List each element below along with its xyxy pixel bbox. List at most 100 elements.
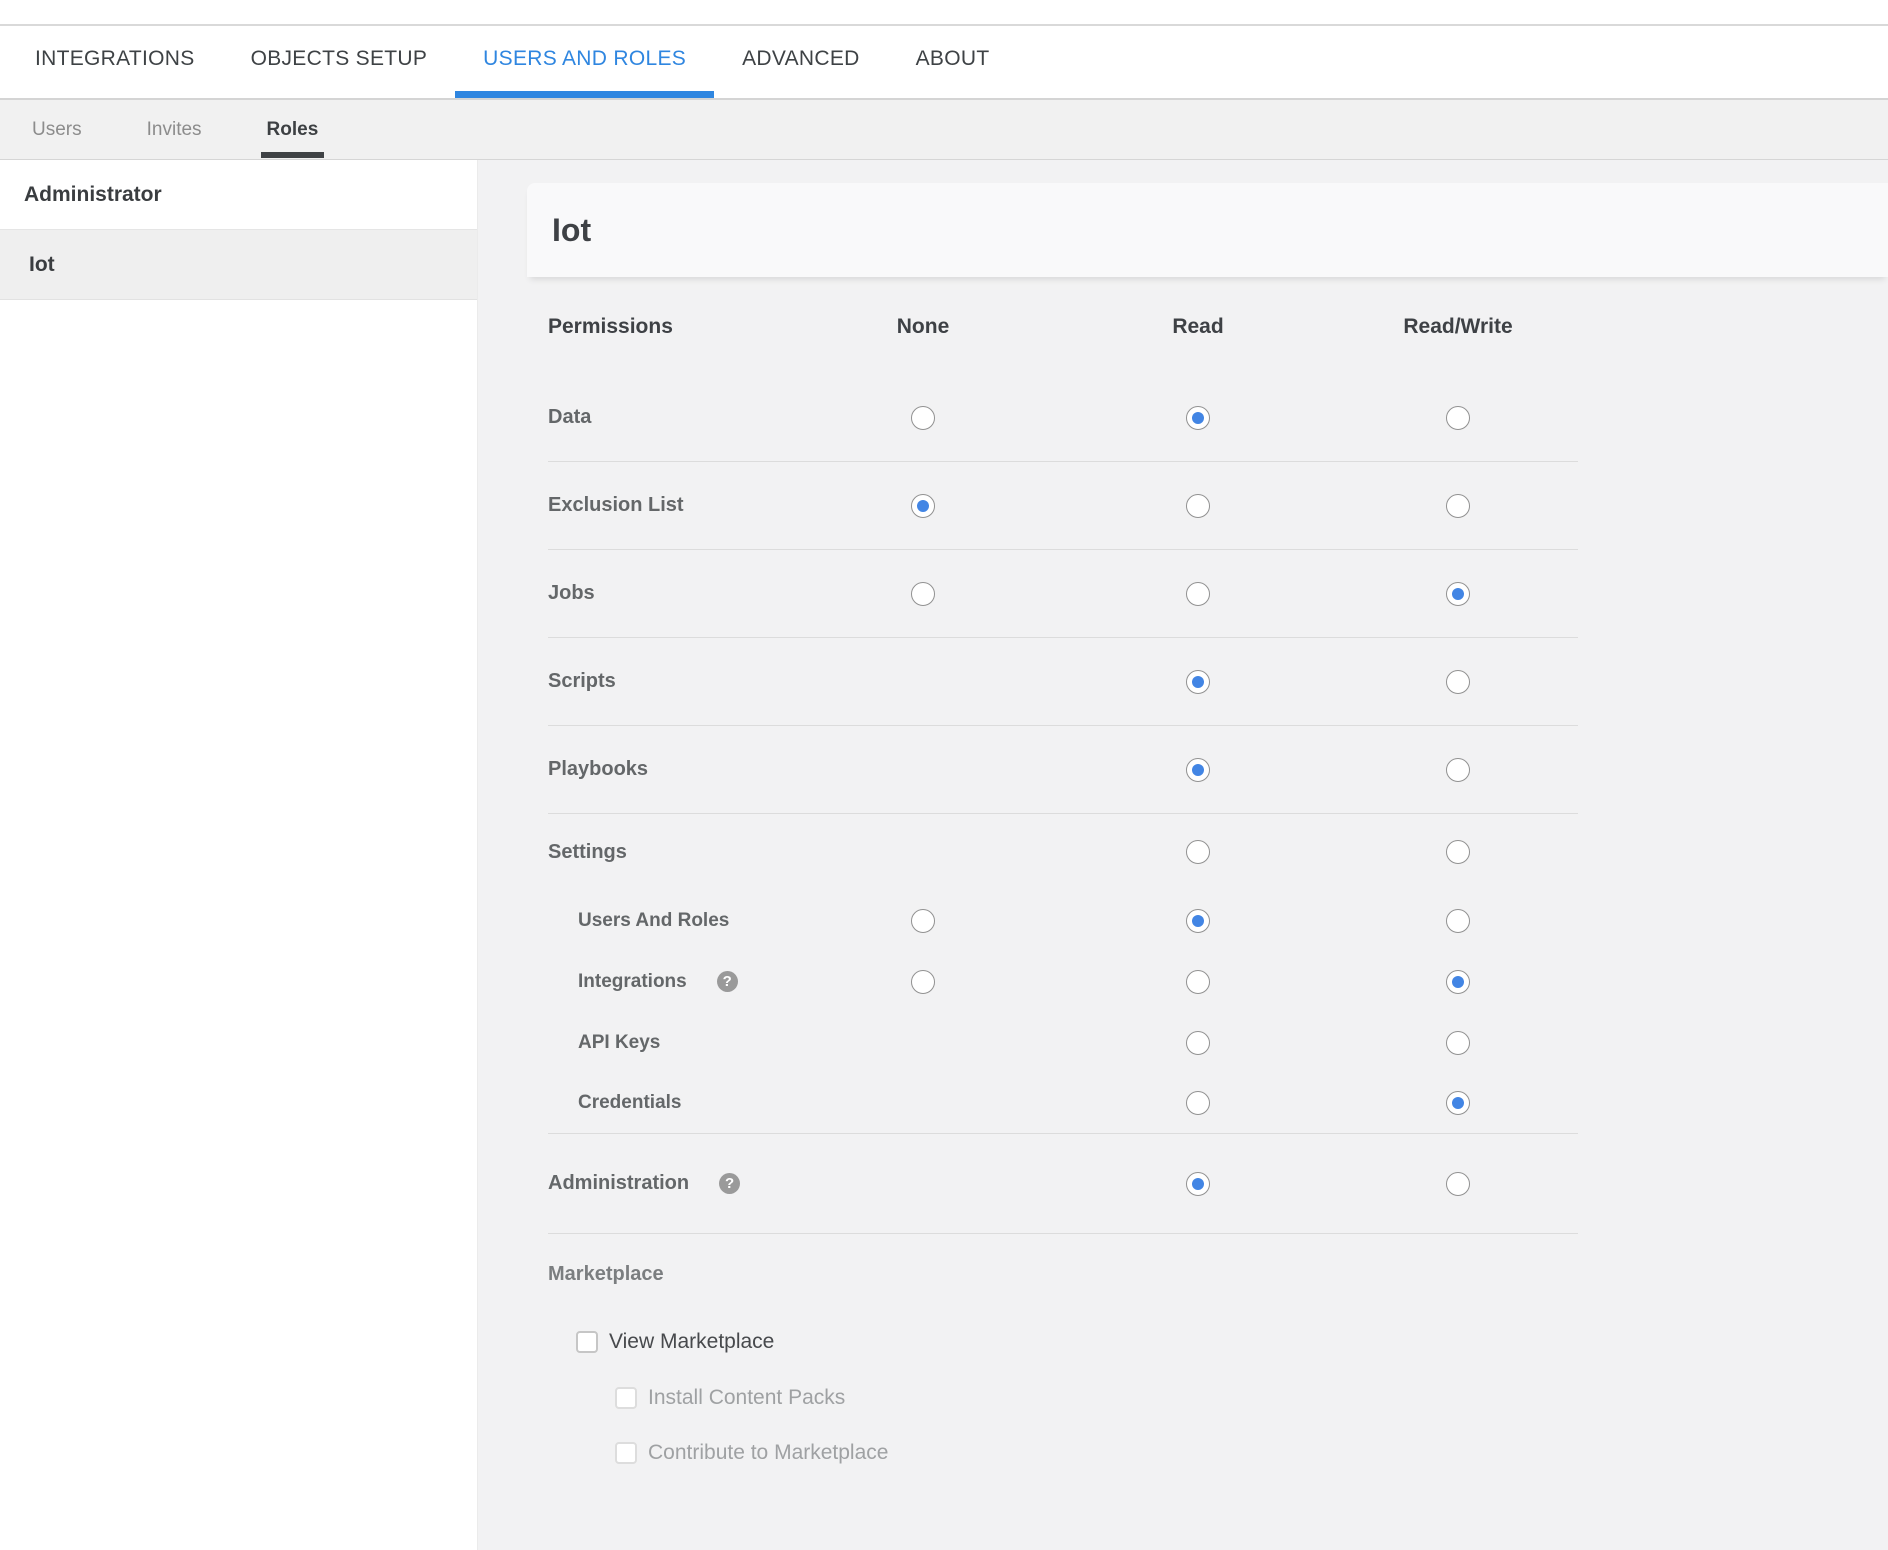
nav-tab-objects-setup[interactable]: OBJECTS SETUP (223, 26, 456, 98)
radio-cell-read-credentials (1058, 1091, 1338, 1115)
radio-readwrite-scripts[interactable] (1446, 670, 1470, 694)
radio-cell-readwrite-api-keys (1338, 1031, 1578, 1055)
radio-readwrite-data[interactable] (1446, 406, 1470, 430)
top-strip (0, 0, 1888, 26)
radio-read-credentials[interactable] (1186, 1091, 1210, 1115)
radio-cell-read-users-and-roles (1058, 909, 1338, 933)
permission-label-api-keys: API Keys (548, 1032, 788, 1054)
permission-row-users-and-roles: Users And Roles (548, 890, 1578, 951)
permission-label-scripts: Scripts (548, 670, 788, 693)
radio-cell-readwrite-playbooks (1338, 758, 1578, 782)
column-header-read: Read (1058, 315, 1338, 339)
radio-none-exclusion-list-selected[interactable] (911, 494, 935, 518)
main-navigation: INTEGRATIONSOBJECTS SETUPUSERS AND ROLES… (0, 26, 1888, 100)
permission-row-data: Data (548, 374, 1578, 462)
radio-readwrite-playbooks[interactable] (1446, 758, 1470, 782)
permission-label-text: API Keys (578, 1032, 660, 1054)
radio-none-users-and-roles[interactable] (911, 909, 935, 933)
checkbox-row-contribute-to-marketplace: Contribute to Marketplace (615, 1425, 1578, 1480)
radio-read-settings[interactable] (1186, 840, 1210, 864)
radio-readwrite-api-keys[interactable] (1446, 1031, 1470, 1055)
radio-none-jobs[interactable] (911, 582, 935, 606)
radio-readwrite-jobs-selected[interactable] (1446, 582, 1470, 606)
sub-tab-invites[interactable]: Invites (147, 100, 202, 159)
permission-row-integrations: Integrations? (548, 951, 1578, 1012)
permission-label-text: Scripts (548, 670, 616, 693)
radio-read-users-and-roles-selected[interactable] (1186, 909, 1210, 933)
radio-readwrite-integrations-selected[interactable] (1446, 970, 1470, 994)
checkbox-view-marketplace[interactable] (576, 1331, 598, 1353)
radio-cell-readwrite-administration (1338, 1172, 1578, 1196)
radio-cell-none-jobs (788, 582, 1058, 606)
radio-readwrite-credentials-selected[interactable] (1446, 1091, 1470, 1115)
permission-label-text: Settings (548, 841, 627, 864)
radio-read-exclusion-list[interactable] (1186, 494, 1210, 518)
permission-label-text: Playbooks (548, 758, 648, 781)
radio-readwrite-settings[interactable] (1446, 840, 1470, 864)
checkbox-row-view-marketplace[interactable]: View Marketplace (576, 1314, 1578, 1370)
radio-cell-readwrite-integrations (1338, 970, 1578, 994)
checkbox-install-content-packs (615, 1387, 637, 1409)
help-icon[interactable]: ? (717, 971, 738, 992)
radio-cell-read-scripts (1058, 670, 1338, 694)
roles-sidebar: AdministratorIot (0, 160, 478, 1550)
permission-label-exclusion-list: Exclusion List (548, 494, 788, 517)
permissions-table: Permissions None Read Read/Write Data Exc… (548, 289, 1578, 1480)
permission-label-text: Administration (548, 1172, 689, 1195)
radio-readwrite-exclusion-list[interactable] (1446, 494, 1470, 518)
radio-cell-read-exclusion-list (1058, 494, 1338, 518)
radio-readwrite-users-and-roles[interactable] (1446, 909, 1470, 933)
permission-row-settings: Settings (548, 814, 1578, 890)
column-header-none: None (788, 315, 1058, 339)
sub-tab-users[interactable]: Users (32, 100, 82, 159)
content-area: Iot Permissions None Read Read/Write Dat… (478, 160, 1888, 1550)
radio-none-data[interactable] (911, 406, 935, 430)
marketplace-section: Marketplace View Marketplace Install Cont… (548, 1234, 1578, 1480)
radio-read-data-selected[interactable] (1186, 406, 1210, 430)
sidebar-item-iot[interactable]: Iot (0, 230, 477, 300)
role-title-card: Iot (527, 183, 1888, 277)
permission-label-data: Data (548, 406, 788, 429)
radio-read-api-keys[interactable] (1186, 1031, 1210, 1055)
radio-readwrite-administration[interactable] (1446, 1172, 1470, 1196)
radio-cell-read-api-keys (1058, 1031, 1338, 1055)
radio-read-playbooks-selected[interactable] (1186, 758, 1210, 782)
permissions-table-header: Permissions None Read Read/Write (548, 289, 1578, 364)
radio-cell-readwrite-jobs (1338, 582, 1578, 606)
radio-cell-read-administration (1058, 1172, 1338, 1196)
checkbox-label-install-content-packs: Install Content Packs (648, 1386, 845, 1410)
sidebar-item-administrator[interactable]: Administrator (0, 160, 477, 230)
permissions-rows: Data Exclusion List Jobs Scripts Playbooks Se… (548, 364, 1578, 1234)
permission-label-jobs: Jobs (548, 582, 788, 605)
nav-tab-users-and-roles[interactable]: USERS AND ROLES (455, 26, 714, 98)
column-header-permissions: Permissions (548, 315, 788, 339)
radio-none-integrations[interactable] (911, 970, 935, 994)
checkbox-row-install-content-packs: Install Content Packs (615, 1370, 1578, 1425)
permission-label-text: Jobs (548, 582, 595, 605)
permission-label-playbooks: Playbooks (548, 758, 788, 781)
radio-cell-read-integrations (1058, 970, 1338, 994)
radio-cell-readwrite-data (1338, 406, 1578, 430)
nav-tab-about[interactable]: ABOUT (888, 26, 1018, 98)
nav-tab-advanced[interactable]: ADVANCED (714, 26, 888, 98)
radio-read-jobs[interactable] (1186, 582, 1210, 606)
permission-label-text: Integrations (578, 971, 687, 993)
radio-cell-readwrite-scripts (1338, 670, 1578, 694)
radio-cell-none-data (788, 406, 1058, 430)
radio-read-integrations[interactable] (1186, 970, 1210, 994)
permission-row-exclusion-list: Exclusion List (548, 462, 1578, 550)
page-title: Iot (552, 212, 591, 249)
permission-row-credentials: Credentials (548, 1073, 1578, 1134)
marketplace-label: Marketplace (548, 1234, 1578, 1314)
radio-read-scripts-selected[interactable] (1186, 670, 1210, 694)
permission-label-credentials: Credentials (548, 1092, 788, 1114)
radio-cell-readwrite-settings (1338, 840, 1578, 864)
sub-tab-roles[interactable]: Roles (267, 100, 319, 159)
radio-cell-none-exclusion-list (788, 494, 1058, 518)
permission-label-settings: Settings (548, 841, 788, 864)
radio-read-administration-selected[interactable] (1186, 1172, 1210, 1196)
help-icon[interactable]: ? (719, 1173, 740, 1194)
permission-row-jobs: Jobs (548, 550, 1578, 638)
permission-row-api-keys: API Keys (548, 1012, 1578, 1073)
nav-tab-integrations[interactable]: INTEGRATIONS (7, 26, 223, 98)
